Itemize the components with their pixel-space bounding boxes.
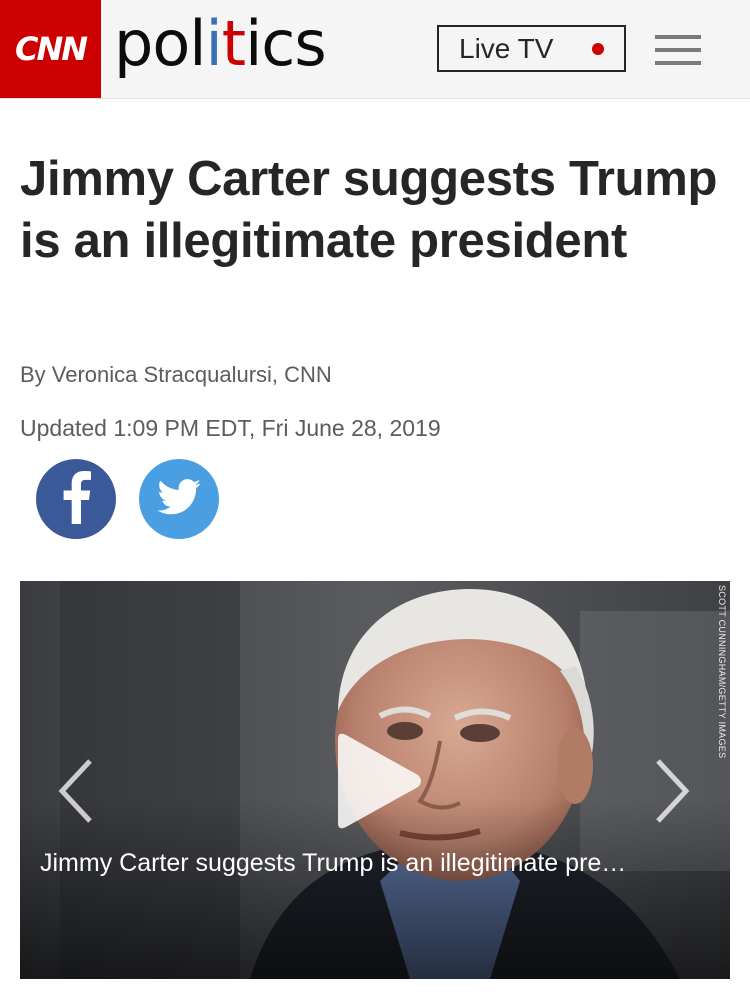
live-indicator-dot: [592, 43, 604, 55]
section-logo-part: i: [205, 7, 223, 80]
section-logo-part: t: [221, 7, 246, 80]
play-icon[interactable]: [332, 731, 424, 831]
menu-icon-bar: [655, 61, 701, 65]
article-headline: Jimmy Carter suggests Trump is an illegi…: [20, 152, 718, 268]
facebook-icon: [61, 470, 91, 537]
photo-credit: SCOTT CUNNINGHAM/GETTY IMAGES: [717, 585, 727, 759]
chevron-right-icon[interactable]: [652, 757, 692, 825]
site-header: CNN politics Live TV: [0, 0, 750, 99]
chevron-left-icon[interactable]: [56, 757, 96, 825]
section-logo-part: ics: [245, 7, 327, 80]
article-byline: By Veronica Stracqualursi, CNN: [20, 362, 332, 387]
live-tv-label: Live TV: [459, 32, 554, 64]
section-logo-part: pol: [114, 7, 207, 80]
twitter-icon: [157, 478, 201, 520]
article-timestamp: Updated 1:09 PM EDT, Fri June 28, 2019: [20, 415, 441, 441]
cnn-logo-text: CNN: [14, 30, 88, 68]
twitter-share-button[interactable]: [139, 459, 219, 539]
facebook-share-button[interactable]: [36, 459, 116, 539]
section-logo-politics[interactable]: politics: [114, 4, 327, 84]
menu-icon[interactable]: [655, 35, 701, 69]
video-carousel[interactable]: SCOTT CUNNINGHAM/GETTY IMAGES Jimmy Cart…: [20, 581, 730, 979]
menu-icon-bar: [655, 35, 701, 39]
cnn-logo[interactable]: CNN: [0, 0, 101, 98]
video-caption[interactable]: Jimmy Carter suggests Trump is an illegi…: [40, 849, 710, 878]
menu-icon-bar: [655, 48, 701, 52]
live-tv-button[interactable]: Live TV: [437, 25, 626, 72]
